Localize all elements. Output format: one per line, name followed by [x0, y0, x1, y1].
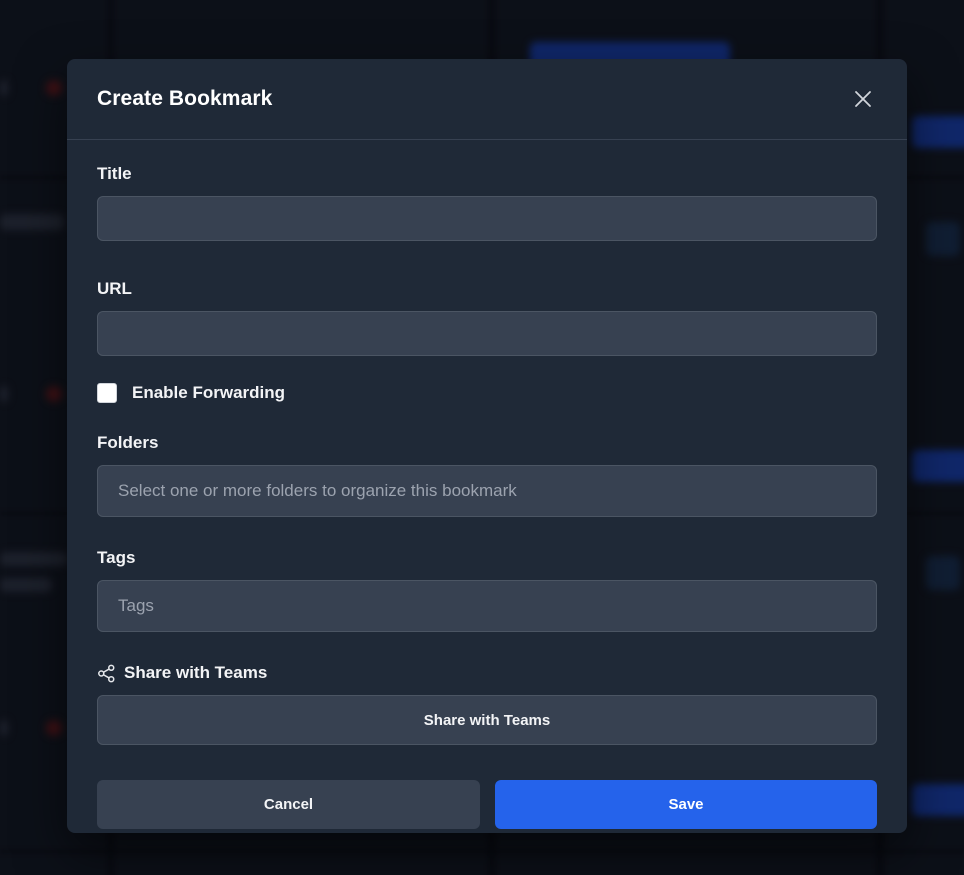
share-with-teams-button[interactable]: Share with Teams [97, 695, 877, 745]
folders-select[interactable] [97, 465, 877, 517]
close-icon [855, 91, 871, 107]
create-bookmark-dialog: Create Bookmark Title URL Enable Forward… [67, 59, 907, 833]
forwarding-option: Enable Forwarding [97, 383, 877, 403]
url-label: URL [97, 279, 132, 298]
close-button[interactable] [851, 87, 875, 111]
dialog-body: Title URL Enable Forwarding Folders Tags… [67, 140, 907, 829]
enable-forwarding-label[interactable]: Enable Forwarding [132, 383, 285, 403]
share-icon [98, 664, 115, 682]
dialog-title: Create Bookmark [97, 87, 273, 110]
save-button[interactable]: Save [495, 780, 877, 829]
title-label: Title [97, 164, 132, 183]
cancel-button[interactable]: Cancel [97, 780, 480, 829]
dialog-header: Create Bookmark [67, 59, 907, 140]
enable-forwarding-checkbox[interactable] [97, 383, 117, 403]
title-input[interactable] [97, 196, 877, 241]
url-input[interactable] [97, 311, 877, 356]
share-section-heading: Share with Teams [97, 663, 877, 683]
tags-label: Tags [97, 548, 136, 567]
dialog-footer: Cancel Save [97, 780, 877, 829]
tags-input[interactable] [97, 580, 877, 632]
folders-label: Folders [97, 433, 159, 452]
share-with-teams-label: Share with Teams [124, 663, 268, 682]
